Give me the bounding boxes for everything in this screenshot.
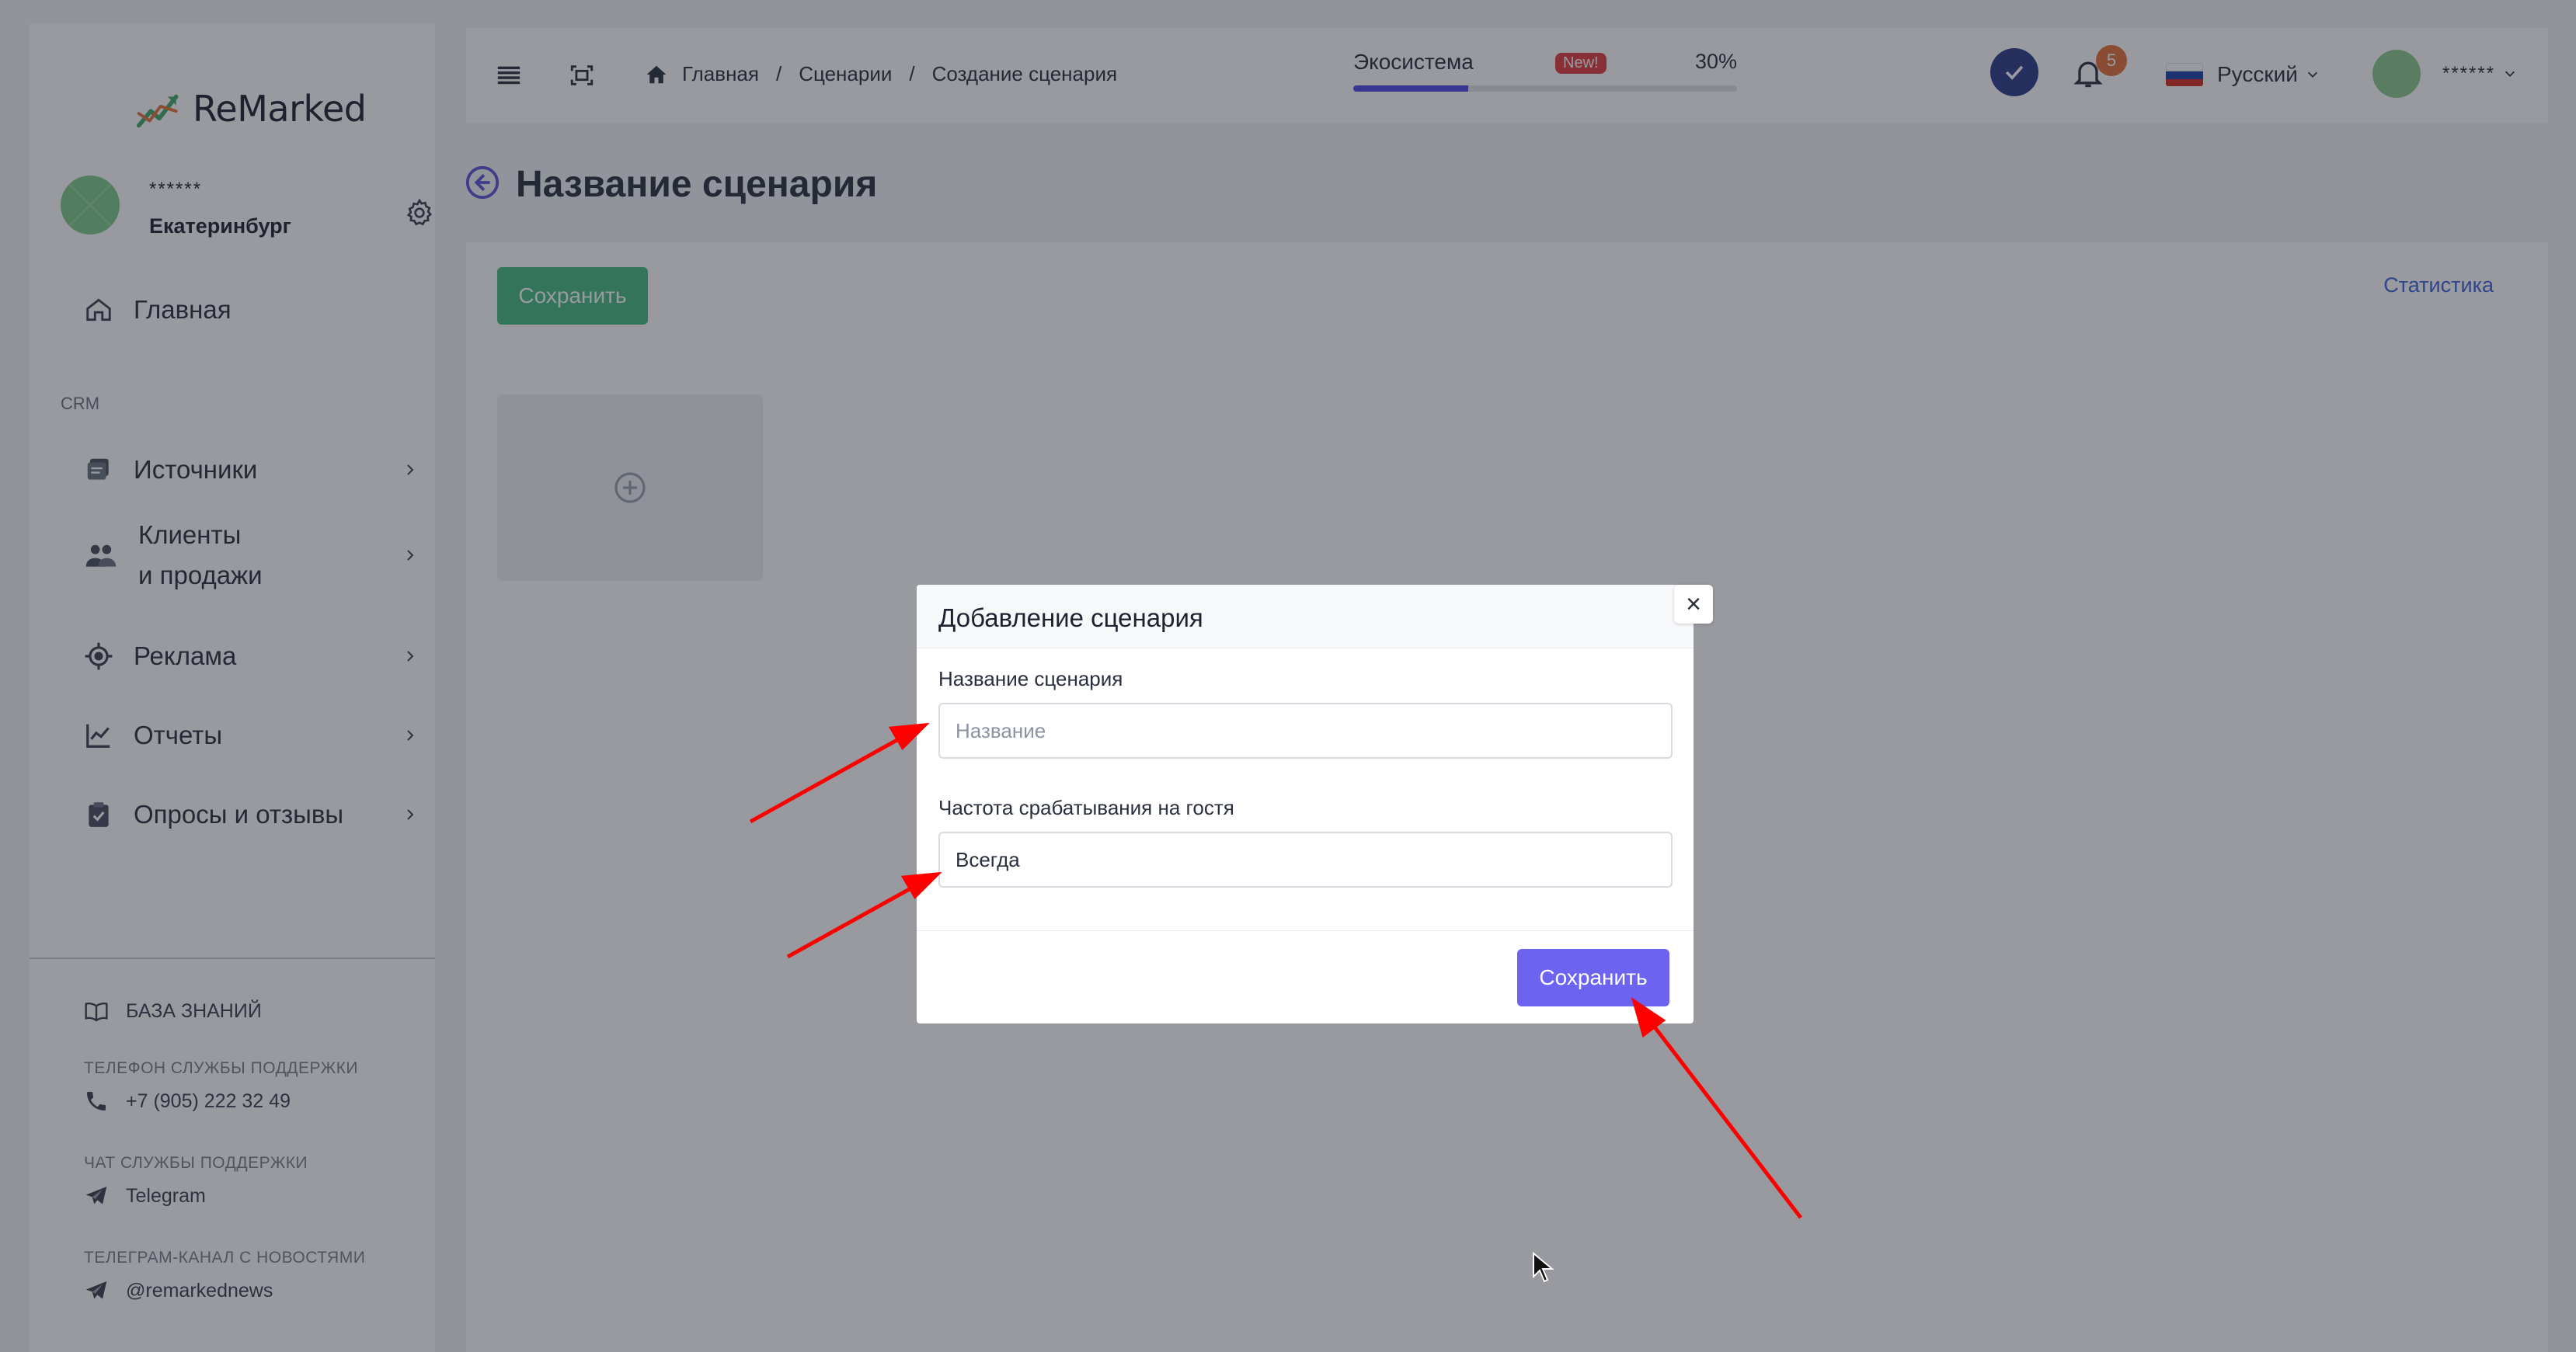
mouse-cursor-icon: [1533, 1252, 1554, 1283]
scenario-name-input[interactable]: [938, 703, 1673, 759]
frequency-value: Всегда: [956, 847, 1020, 871]
close-icon: ×: [1686, 589, 1701, 619]
scenario-name-label: Название сценария: [938, 667, 1123, 690]
frequency-label: Частота срабатывания на гостя: [938, 796, 1234, 819]
dialog-save-button[interactable]: Сохранить: [1517, 949, 1669, 1006]
dialog-header: Добавление сценария: [917, 585, 1694, 648]
close-button[interactable]: ×: [1674, 585, 1713, 624]
frequency-select[interactable]: Всегда: [938, 832, 1673, 888]
dialog-footer-divider: [917, 930, 1694, 931]
dialog-title: Добавление сценария: [938, 603, 1203, 632]
add-scenario-dialog: Добавление сценария × Название сценария …: [917, 585, 1713, 1024]
